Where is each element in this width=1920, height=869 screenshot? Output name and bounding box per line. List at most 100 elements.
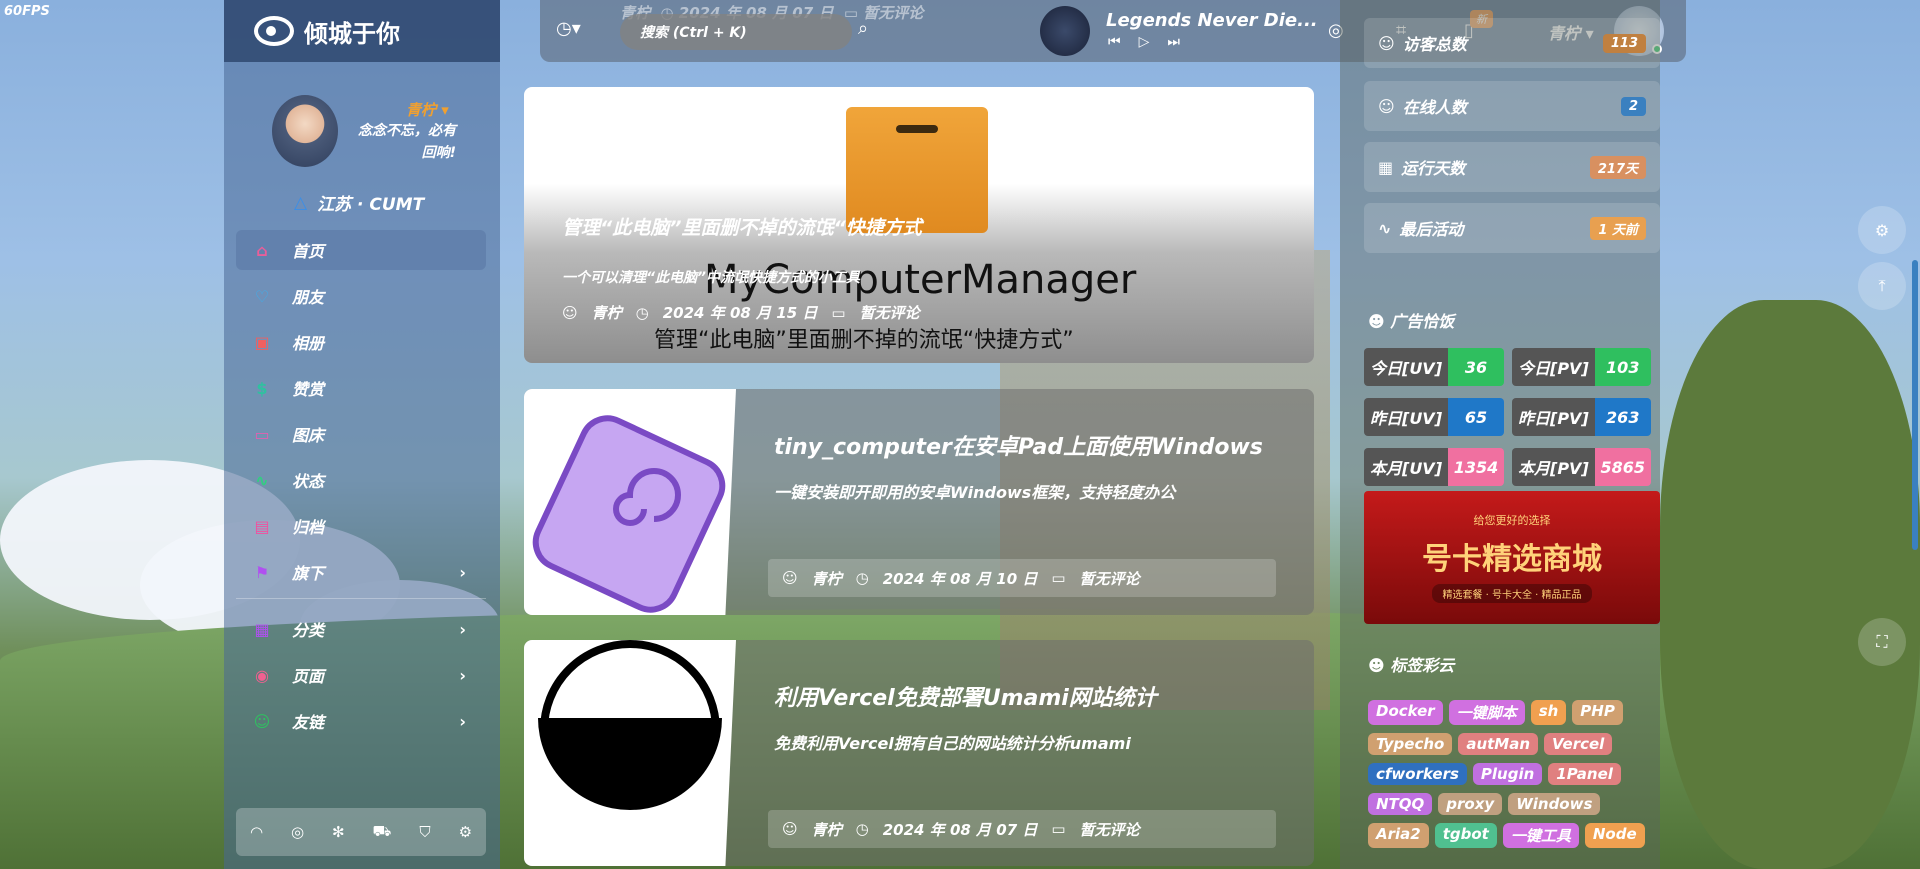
tag[interactable]: Plugin: [1472, 763, 1543, 785]
nav-label: 赞赏: [292, 380, 325, 399]
pv-yesterday: 昨日[PV] 263: [1512, 398, 1651, 436]
post-date: 2024 年 08 月 15 日: [662, 304, 818, 322]
nav-item-status[interactable]: ∿ 状态: [236, 460, 486, 500]
post-title[interactable]: tiny_computer在安卓Pad上面使用Windows: [774, 429, 1263, 461]
activity-icon: ∿: [1378, 218, 1392, 238]
tag[interactable]: Windows: [1508, 793, 1601, 815]
stat-uptime: ▦ 运行天数 217天: [1364, 142, 1660, 192]
comment-icon: ▭: [1051, 569, 1066, 587]
user-icon: ☺: [782, 569, 798, 587]
clock-icon[interactable]: ◷▾: [556, 18, 581, 39]
stat-last-active: ∿ 最后活动 1 天前: [1364, 203, 1660, 253]
tag[interactable]: NTQQ: [1368, 793, 1433, 815]
tag[interactable]: PHP: [1572, 700, 1623, 725]
location-text: 江苏 · CUMT: [317, 195, 425, 215]
tag[interactable]: 1Panel: [1548, 763, 1621, 785]
tag[interactable]: Node: [1584, 823, 1645, 848]
avatar[interactable]: [272, 95, 338, 167]
nav-item-friends[interactable]: ♡ 朋友: [236, 276, 486, 316]
post-card[interactable]: 利用Vercel免费部署Umami网站统计 免费利用Vercel拥有自己的网站统…: [524, 640, 1314, 866]
previous-icon[interactable]: ⏮: [1108, 34, 1121, 50]
page-icon: ◉: [255, 665, 269, 685]
ad-banner[interactable]: 给您更好的选择 号卡精选商城 精选套餐 · 号卡大全 · 精品正品: [1364, 491, 1660, 624]
tag[interactable]: autMan: [1458, 733, 1539, 755]
nav-item-home[interactable]: ⌂ 首页: [236, 230, 486, 270]
location-icon: △: [294, 192, 308, 213]
nav-label: 朋友: [292, 288, 325, 307]
nav-item-donate[interactable]: $ 赞赏: [236, 368, 486, 408]
featured-image-caption: 管理“此电脑”里面删不掉的流氓“快捷方式”: [654, 328, 1074, 353]
gear-flower-icon[interactable]: ✻: [332, 823, 345, 841]
tag[interactable]: cfworkers: [1368, 763, 1467, 785]
post-meta: ☺ 青柠 ◷ 2024 年 08 月 07 日 ▭ 暂无评论: [768, 810, 1276, 848]
post-thumbnail[interactable]: [524, 640, 736, 866]
nav-item-pages[interactable]: ◉ 页面 ›: [236, 655, 486, 695]
users-icon: ☺: [1378, 33, 1395, 53]
nav-item-flag[interactable]: ⚑ 旗下 ›: [236, 552, 486, 592]
music-cover[interactable]: [1040, 6, 1090, 56]
play-icon[interactable]: ▷: [1139, 34, 1150, 50]
basket-icon: [538, 640, 722, 810]
nav-label: 旗下: [292, 564, 325, 583]
tag[interactable]: Docker: [1368, 700, 1443, 725]
grid-icon: ▦: [254, 619, 270, 639]
person-icon: ☺: [253, 711, 271, 731]
settings-float-button[interactable]: ⚙: [1858, 206, 1906, 254]
nav-item-links[interactable]: ☺ 友链 ›: [236, 701, 486, 741]
nav-item-imagebed[interactable]: ▭ 图床: [236, 414, 486, 454]
activity-icon: ∿: [255, 470, 269, 490]
archive-icon: ▤: [254, 516, 270, 536]
nav-item-album[interactable]: ▣ 相册: [236, 322, 486, 362]
settings-icon[interactable]: ⚙: [459, 823, 472, 841]
scrollbar[interactable]: [1912, 260, 1918, 550]
tag[interactable]: Aria2: [1368, 823, 1429, 848]
nav-label: 相册: [292, 334, 325, 353]
comment-icon: ▭: [1051, 820, 1066, 838]
cart-icon[interactable]: ⛉: [419, 823, 430, 841]
brand-name: 倾城于你: [304, 19, 400, 48]
emoji-icon: ☻: [1368, 656, 1385, 675]
nav-label: 状态: [292, 472, 325, 491]
ads-title: ☻ 广告恰饭: [1368, 312, 1455, 331]
uv-yesterday: 昨日[UV] 65: [1364, 398, 1505, 436]
music-title: Legends Never Die...: [1106, 10, 1318, 31]
nav-item-archive[interactable]: ▤ 归档: [236, 506, 486, 546]
post-date: 2024 年 08 月 07 日: [882, 820, 1038, 839]
featured-post[interactable]: MyComputerManager 管理“此电脑”里面删不掉的流氓“快捷方式” …: [524, 87, 1314, 363]
post-author: 青柠: [811, 569, 842, 588]
tablet-swirl-icon: [532, 415, 726, 613]
tag[interactable]: proxy: [1438, 793, 1503, 815]
post-title[interactable]: 管理“此电脑”里面删不掉的流氓“快捷方式: [562, 213, 922, 240]
tag[interactable]: Typecho: [1368, 733, 1453, 755]
user-check-icon: ☺: [1378, 96, 1395, 116]
post-card[interactable]: tiny_computer在安卓Pad上面使用Windows 一键安装即开即用的…: [524, 389, 1314, 615]
pv-today: 今日[PV] 103: [1512, 348, 1651, 386]
emoji-icon: ☻: [1368, 312, 1385, 331]
post-comments: 暂无评论: [859, 304, 920, 322]
user-icon: ☺: [562, 303, 578, 322]
post-title[interactable]: 利用Vercel免费部署Umami网站统计: [774, 680, 1157, 712]
post-desc: 一键安装即开即用的安卓Windows框架，支持轻度办公: [774, 483, 1176, 502]
post-thumbnail[interactable]: [524, 389, 736, 615]
brand-header[interactable]: 倾城于你: [224, 0, 500, 62]
tag[interactable]: Vercel: [1544, 733, 1613, 755]
clock-icon: ◷: [855, 569, 869, 587]
fps-counter: 60FPS: [4, 4, 50, 19]
tag[interactable]: 一键工具: [1502, 823, 1579, 848]
next-icon[interactable]: ⏭: [1167, 34, 1180, 50]
fullscreen-button[interactable]: ⛶: [1858, 618, 1906, 666]
truck-icon[interactable]: ⛟: [373, 822, 392, 842]
nav-item-categories[interactable]: ▦ 分类 ›: [236, 609, 486, 649]
right-sidebar: ☺ 访客总数 113 ☺ 在线人数 2 ▦ 运行天数 217天 ∿ 最后活动 1 天前 ☻ 广告…: [1340, 0, 1660, 869]
tag[interactable]: tgbot: [1434, 823, 1497, 848]
profile-name[interactable]: 青柠 ▾: [406, 99, 456, 120]
search-input[interactable]: 搜索 (Ctrl + K): [620, 14, 852, 50]
uv-today: 今日[UV] 36: [1364, 348, 1505, 386]
github-icon[interactable]: ◎: [291, 823, 304, 841]
search-icon[interactable]: ⌕: [858, 18, 868, 39]
calendar-icon: ▦: [1378, 157, 1394, 177]
tag[interactable]: sh: [1530, 700, 1567, 725]
rss-icon[interactable]: ◠: [250, 823, 263, 841]
back-to-top-button[interactable]: ⤒: [1858, 262, 1906, 310]
tag[interactable]: 一键脚本: [1448, 700, 1525, 725]
